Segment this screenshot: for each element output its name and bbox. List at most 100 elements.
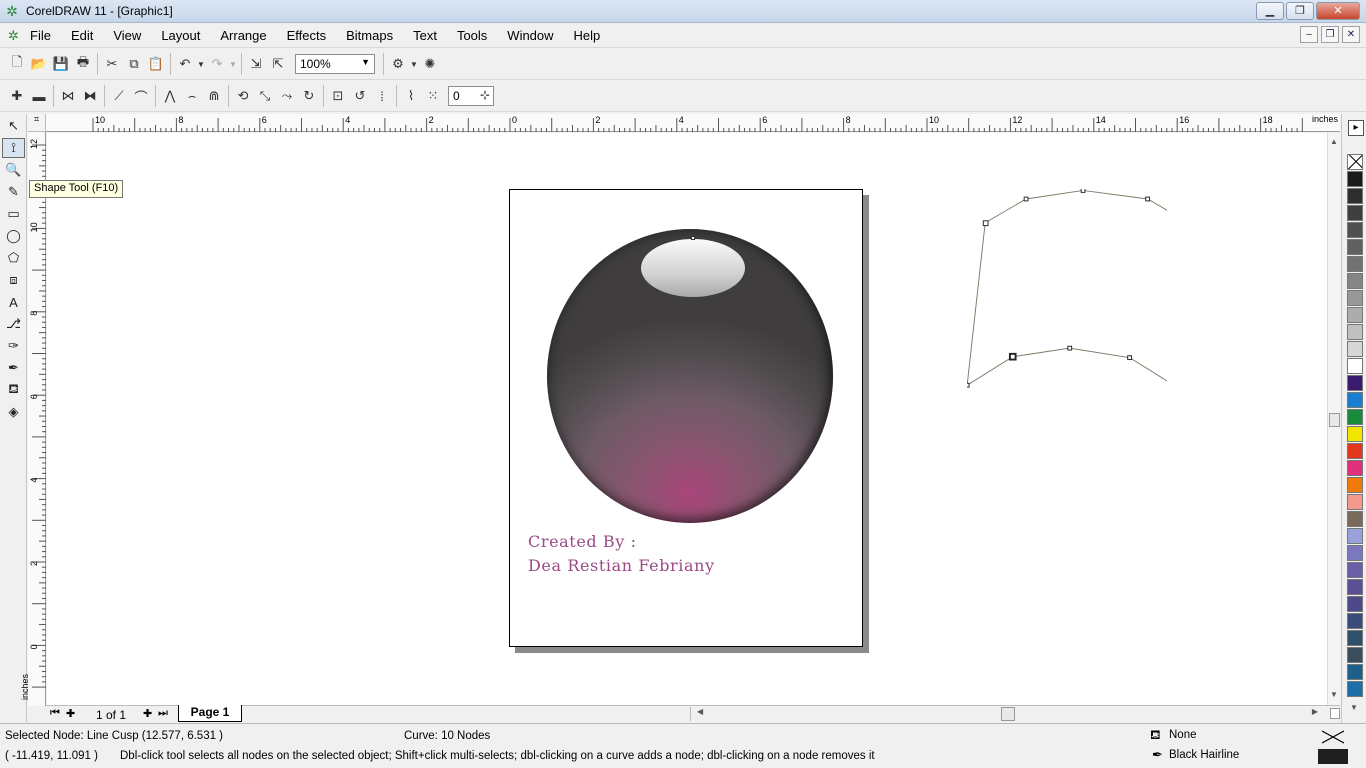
pick-tool-icon[interactable]: ↖ [2,116,25,136]
scroll-down-icon[interactable]: ▼ [1330,690,1338,699]
application-launcher-icon[interactable]: ⚙ [387,53,409,75]
add-node-icon[interactable]: ✚ [6,85,28,107]
color-swatch[interactable] [1347,528,1363,544]
align-nodes-icon[interactable]: ⁞ [371,85,393,107]
new-document-icon[interactable]: 🗋 [6,53,28,75]
ellipse-tool-icon[interactable]: ◯ [2,226,25,246]
curve-node[interactable] [1067,345,1073,351]
doc-minimize-button[interactable]: – [1300,26,1318,43]
select-all-nodes-icon[interactable]: ⁙ [422,85,444,107]
first-page-icon[interactable]: ⏮ [50,707,60,720]
redo-icon[interactable]: ↷ [206,53,228,75]
palette-menu-icon[interactable]: ▸ [1348,120,1364,136]
stretch-nodes-icon[interactable]: ⊡ [327,85,349,107]
interactive-fill-tool-icon[interactable]: ◈ [2,402,25,422]
selected-curve-node[interactable] [1008,352,1017,361]
paste-icon[interactable]: 📋 [145,53,167,75]
drawing-page[interactable]: Created By : Dea Restian Febriany [509,189,863,647]
credit-text-line1[interactable]: Created By : [528,532,637,551]
color-swatch[interactable] [1347,647,1363,663]
scroll-up-icon[interactable]: ▲ [1330,137,1338,146]
curve-node[interactable] [967,382,970,388]
extract-subpath-icon[interactable]: ⤳ [276,85,298,107]
menu-tools[interactable]: Tools [457,28,487,43]
open-icon[interactable]: 📂 [28,53,50,75]
menu-arrange[interactable]: Arrange [220,28,266,43]
menu-layout[interactable]: Layout [161,28,200,43]
color-swatch[interactable] [1347,460,1363,476]
menu-help[interactable]: Help [574,28,601,43]
color-swatch[interactable] [1347,222,1363,238]
ruler-origin[interactable]: ⌗ [28,114,46,132]
rotate-nodes-icon[interactable]: ↺ [349,85,371,107]
color-swatch[interactable] [1347,375,1363,391]
vertical-ruler[interactable]: 12 10 8 6 4 2 0 inches [20,132,46,706]
launcher-dropdown-icon[interactable]: ▼ [409,53,419,75]
scroll-left-icon[interactable]: ◀ [697,707,703,716]
vertical-scroll-thumb[interactable] [1329,413,1340,427]
color-swatch[interactable] [1347,239,1363,255]
credit-text-line2[interactable]: Dea Restian Febriany [528,556,715,575]
join-nodes-icon[interactable]: ⋈ [57,85,79,107]
undo-icon[interactable]: ↶ [174,53,196,75]
color-swatch[interactable] [1347,494,1363,510]
extend-curve-icon[interactable]: ⤡ [254,85,276,107]
scroll-right-icon[interactable]: ▶ [1312,707,1318,716]
corel-online-icon[interactable]: ✺ [419,53,441,75]
sphere-highlight[interactable] [641,239,745,297]
to-curve-icon[interactable]: ⌒ [130,85,152,107]
color-swatch[interactable] [1347,409,1363,425]
symmetrical-node-icon[interactable]: ⋒ [203,85,225,107]
color-swatch[interactable] [1347,290,1363,306]
color-swatch[interactable] [1347,256,1363,272]
doc-restore-button[interactable]: ❐ [1321,26,1339,43]
text-tool-icon[interactable]: A [2,292,25,312]
interactive-blend-tool-icon[interactable]: ⎇ [2,314,25,334]
vertical-scrollbar[interactable]: ▲ ▼ [1327,133,1340,705]
undo-dropdown-icon[interactable]: ▼ [196,53,206,75]
menu-text[interactable]: Text [413,28,437,43]
last-page-icon[interactable]: ⏭ [158,707,168,720]
menu-bitmaps[interactable]: Bitmaps [346,28,393,43]
minimize-button[interactable]: ▁ [1256,2,1284,20]
save-icon[interactable]: 💾 [50,53,72,75]
curve-node[interactable] [1080,189,1086,193]
color-swatch[interactable] [1347,579,1363,595]
horizontal-scrollbar[interactable]: ◀ ▶ [690,707,1322,721]
color-swatch[interactable] [1347,324,1363,340]
restore-button[interactable]: ❐ [1286,2,1314,20]
spinner-icon[interactable]: ⊹ [480,88,490,102]
export-icon[interactable]: ⇱ [267,53,289,75]
outline-tool-icon[interactable]: ✒ [2,358,25,378]
color-swatch[interactable] [1347,426,1363,442]
rectangle-tool-icon[interactable]: ▭ [2,204,25,224]
curve-node[interactable] [982,220,989,227]
color-swatch[interactable] [1347,341,1363,357]
cut-icon[interactable]: ✂ [101,53,123,75]
navigator-button[interactable] [1330,708,1340,719]
redo-dropdown-icon[interactable]: ▼ [228,53,238,75]
gradient-sphere[interactable] [547,229,833,523]
fill-tool-icon[interactable]: ⛾ [2,380,25,400]
menu-file[interactable]: File [30,28,51,43]
color-swatch[interactable] [1347,171,1363,187]
outline-color-swatch[interactable] [1318,749,1348,764]
menu-window[interactable]: Window [507,28,553,43]
import-icon[interactable]: ⇲ [245,53,267,75]
color-swatch[interactable] [1347,545,1363,561]
copy-icon[interactable]: ⧉ [123,53,145,75]
auto-close-icon[interactable]: ↻ [298,85,320,107]
color-swatch[interactable] [1347,205,1363,221]
page-tab-1[interactable]: Page 1 [178,705,242,722]
color-swatch[interactable] [1347,273,1363,289]
to-line-icon[interactable]: ⟋ [108,85,130,107]
menu-edit[interactable]: Edit [71,28,93,43]
curve-node[interactable] [1023,196,1029,202]
color-swatch[interactable] [1347,188,1363,204]
horizontal-ruler[interactable]: 10 8 6 4 2 0 2 4 6 8 10 12 14 16 18 inches [46,114,1340,132]
color-swatch[interactable] [1347,511,1363,527]
fill-none-swatch[interactable] [1318,729,1348,745]
shape-tool-icon[interactable]: ⟟ [2,138,25,158]
color-swatch[interactable] [1347,477,1363,493]
color-swatch[interactable] [1347,681,1363,697]
